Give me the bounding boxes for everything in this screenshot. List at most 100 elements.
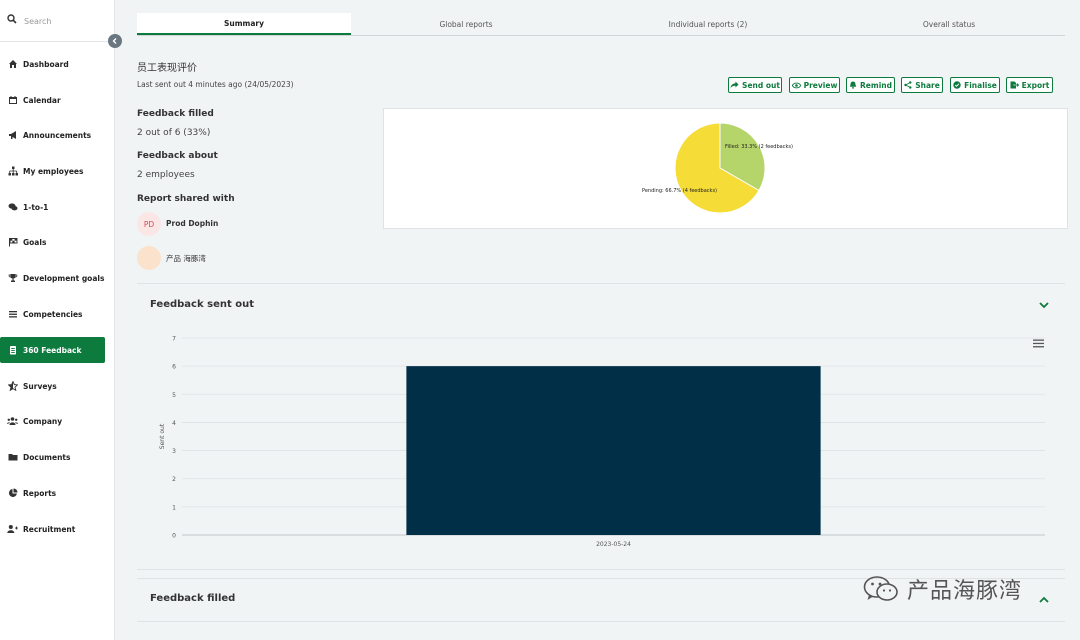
- last-sent-text: Last sent out 4 minutes ago (24/05/2023): [137, 80, 294, 89]
- sidebar: Dashboard Calendar Announcements My empl…: [0, 0, 115, 640]
- search-icon: [7, 14, 17, 24]
- y-tick-label: 7: [172, 336, 176, 343]
- send-out-label: Send out: [742, 80, 780, 90]
- tab-individual-reports[interactable]: Individual reports (2): [601, 13, 815, 35]
- pie-slice-label: Filled: 33.3% (2 feedbacks): [725, 144, 793, 150]
- sidebar-item-label: Goals: [23, 237, 47, 247]
- share-label: Share: [915, 80, 940, 90]
- sidebar-item-360-feedback[interactable]: 360 Feedback: [0, 337, 105, 363]
- sidebar-item-label: My employees: [23, 166, 84, 176]
- calendar-icon: [7, 95, 18, 106]
- search-bar: [0, 0, 114, 42]
- export-label: Export: [1021, 80, 1050, 90]
- sidebar-item-company[interactable]: Company: [0, 408, 105, 434]
- feedback-status-pie-card: Filled: 33.3% (2 feedbacks) Pending: 66.7…: [383, 108, 1068, 229]
- share-arrow-icon: [730, 81, 739, 89]
- sidebar-item-label: 1-to-1: [23, 202, 49, 212]
- feedback-sent-out-bar-chart: 0 1 2 3 4 5 6 7 2023-05-24 Sent out: [159, 336, 1045, 548]
- sidebar-item-dashboard[interactable]: Dashboard: [0, 51, 105, 77]
- org-chart-icon: [7, 166, 18, 177]
- section-divider: [137, 569, 1065, 570]
- sidebar-item-goals[interactable]: Goals: [0, 229, 105, 255]
- chevron-down-icon[interactable]: [1039, 302, 1049, 309]
- bar[interactable]: [406, 366, 821, 535]
- remind-label: Remind: [860, 80, 892, 90]
- search-input[interactable]: [22, 10, 106, 32]
- y-tick-label: 1: [172, 504, 176, 511]
- trophy-icon: [7, 273, 18, 284]
- finalise-button[interactable]: Finalise: [950, 77, 1000, 93]
- chevron-up-icon[interactable]: [1039, 596, 1049, 603]
- sidebar-item-label: Announcements: [23, 130, 92, 140]
- tab-global-reports[interactable]: Global reports: [359, 13, 573, 35]
- page-title: 员工表现评价: [137, 63, 197, 74]
- watermark: 产品海豚湾: [863, 573, 1022, 605]
- avatar: [137, 246, 161, 270]
- sidebar-collapse-button[interactable]: [108, 34, 122, 48]
- y-tick-label: 5: [172, 392, 176, 399]
- shared-person-name: 产品 海豚湾: [166, 254, 206, 263]
- users-icon: [7, 416, 18, 427]
- sidebar-item-label: Company: [23, 416, 63, 426]
- section-divider: [137, 283, 1065, 284]
- y-tick-label: 6: [172, 364, 176, 371]
- report-tabs: Summary Global reports Individual report…: [137, 13, 1065, 36]
- star-half-icon: [7, 381, 18, 392]
- sidebar-item-label: Recruitment: [23, 524, 76, 534]
- export-button[interactable]: Export: [1006, 77, 1053, 93]
- feedback-about-heading: Feedback about: [137, 151, 218, 161]
- pie-slice-label: Pending: 66.7% (4 feedbacks): [642, 188, 717, 194]
- x-tick-label: 2023-05-24: [596, 541, 631, 548]
- sidebar-item-my-employees[interactable]: My employees: [0, 158, 105, 184]
- clipboard-icon: [7, 345, 18, 356]
- y-tick-label: 2: [172, 476, 176, 483]
- folder-icon: [7, 452, 18, 463]
- remind-button[interactable]: Remind: [846, 77, 895, 93]
- sidebar-item-surveys[interactable]: Surveys: [0, 373, 105, 399]
- preview-label: Preview: [803, 80, 838, 90]
- feedback-filled-heading: Feedback filled: [137, 109, 214, 119]
- y-tick-label: 4: [172, 420, 176, 427]
- finalise-label: Finalise: [964, 80, 997, 90]
- watermark-text: 产品海豚湾: [907, 579, 1023, 604]
- section-divider: [137, 621, 1065, 622]
- sidebar-item-label: Development goals: [23, 273, 105, 283]
- file-export-icon: [1010, 81, 1019, 89]
- sidebar-item-reports[interactable]: Reports: [0, 480, 105, 506]
- y-tick-label: 3: [172, 448, 176, 455]
- pie-chart-icon: [7, 488, 18, 499]
- sidebar-item-competencies[interactable]: Competencies: [0, 301, 105, 327]
- sidebar-item-recruitment[interactable]: Recruitment: [0, 516, 105, 542]
- report-shared-heading: Report shared with: [137, 194, 235, 204]
- tab-summary[interactable]: Summary: [137, 13, 351, 35]
- list-icon: [7, 309, 18, 320]
- flag-icon: [7, 237, 18, 248]
- send-out-button[interactable]: Send out: [728, 77, 782, 93]
- sidebar-item-documents[interactable]: Documents: [0, 444, 105, 470]
- chevron-left-icon: [112, 38, 117, 44]
- sidebar-item-1-to-1[interactable]: 1-to-1: [0, 194, 105, 220]
- y-axis-label: Sent out: [159, 423, 166, 449]
- sidebar-item-label: 360 Feedback: [23, 345, 82, 355]
- sidebar-item-announcements[interactable]: Announcements: [0, 122, 105, 148]
- tab-overall-status[interactable]: Overall status: [842, 13, 1056, 35]
- feedback-sent-out-title: Feedback sent out: [150, 299, 254, 310]
- sidebar-item-label: Dashboard: [23, 59, 69, 69]
- share-button[interactable]: Share: [901, 77, 943, 93]
- feedback-filled-value: 2 out of 6 (33%): [137, 128, 211, 138]
- preview-button[interactable]: Preview: [789, 77, 840, 93]
- sidebar-item-calendar[interactable]: Calendar: [0, 87, 105, 113]
- home-icon: [7, 59, 18, 70]
- feedback-status-pie-chart: Filled: 33.3% (2 feedbacks) Pending: 66.7…: [642, 122, 793, 214]
- sidebar-item-label: Surveys: [23, 381, 57, 391]
- feedback-filled-section-title: Feedback filled: [150, 593, 236, 604]
- sidebar-item-development-goals[interactable]: Development goals: [0, 265, 105, 291]
- shared-person-name: Prod Dophin: [166, 219, 219, 228]
- feedback-about-value: 2 employees: [137, 170, 195, 180]
- sidebar-item-label: Calendar: [23, 95, 61, 105]
- megaphone-icon: [7, 130, 18, 141]
- sidebar-item-label: Documents: [23, 452, 71, 462]
- chat-icon: [7, 202, 18, 213]
- y-tick-label: 0: [172, 533, 176, 540]
- share-icon: [904, 81, 912, 89]
